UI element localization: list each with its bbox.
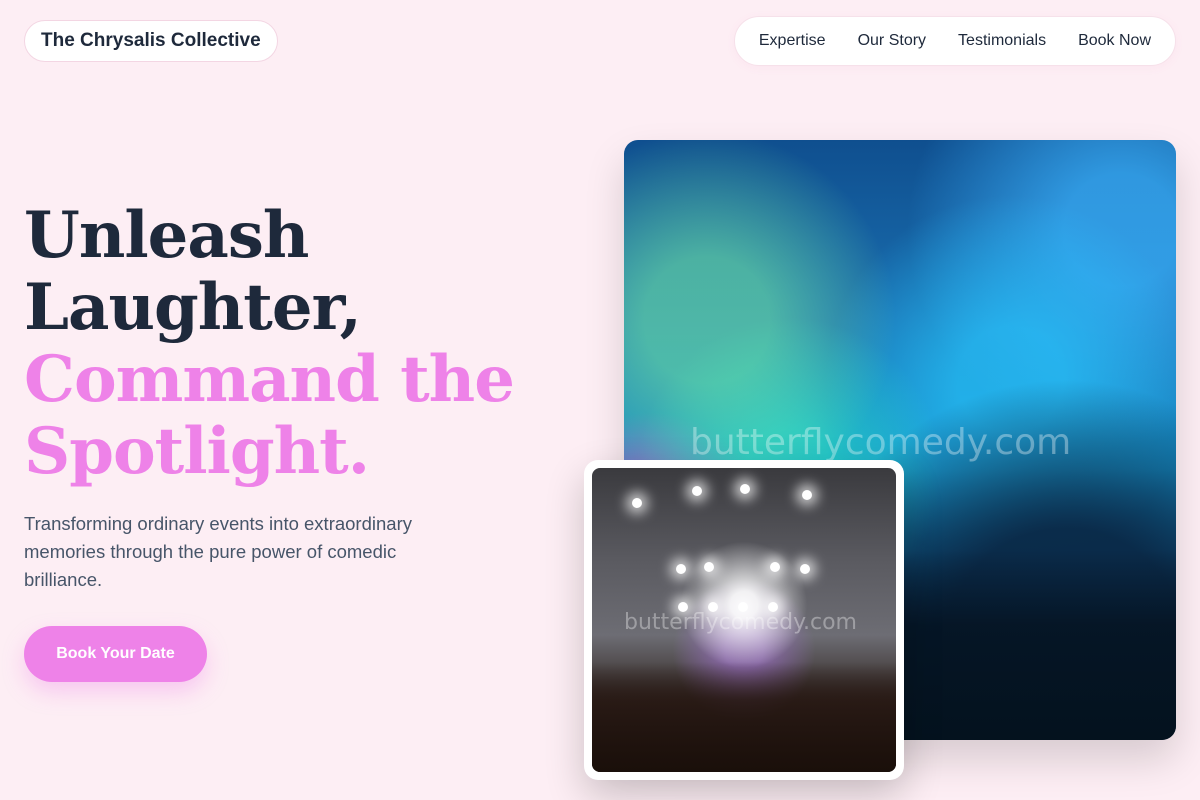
headline-line-1: Unleash [24,198,309,273]
brand-logo[interactable]: The Chrysalis Collective [24,20,278,62]
stage-light [632,498,642,508]
headline-line-4: Spotlight. [24,414,370,489]
watermark-large: butterflycomedy.com [690,422,1072,463]
headline-line-3: Command the [24,342,515,417]
book-your-date-button[interactable]: Book Your Date [24,626,207,682]
hero-headline: Unleash Laughter, Command the Spotlight. [24,198,515,489]
stage-light [692,486,702,496]
stage-light [678,602,688,612]
nav-testimonials[interactable]: Testimonials [958,32,1046,50]
stage-light [740,484,750,494]
headline-line-2: Laughter, [24,270,362,345]
stage-light [768,602,778,612]
stage-light [738,602,748,612]
stage-light [704,562,714,572]
concert-photo-small: butterflycomedy.com [592,468,896,772]
stage-light [802,490,812,500]
stage-light [800,564,810,574]
stage-light [708,602,718,612]
nav-expertise[interactable]: Expertise [759,32,826,50]
nav-book-now[interactable]: Book Now [1078,32,1151,50]
watermark-small: butterflycomedy.com [624,610,857,635]
brand-name: The Chrysalis Collective [41,30,261,51]
hero-subtitle: Transforming ordinary events into extrao… [24,513,412,590]
main-nav: Expertise Our Story Testimonials Book No… [733,16,1176,66]
stage-light [770,562,780,572]
nav-our-story[interactable]: Our Story [858,32,926,50]
crowd-silhouette [592,662,896,772]
stage-light [676,564,686,574]
concert-photo-small-frame: butterflycomedy.com [584,460,904,780]
